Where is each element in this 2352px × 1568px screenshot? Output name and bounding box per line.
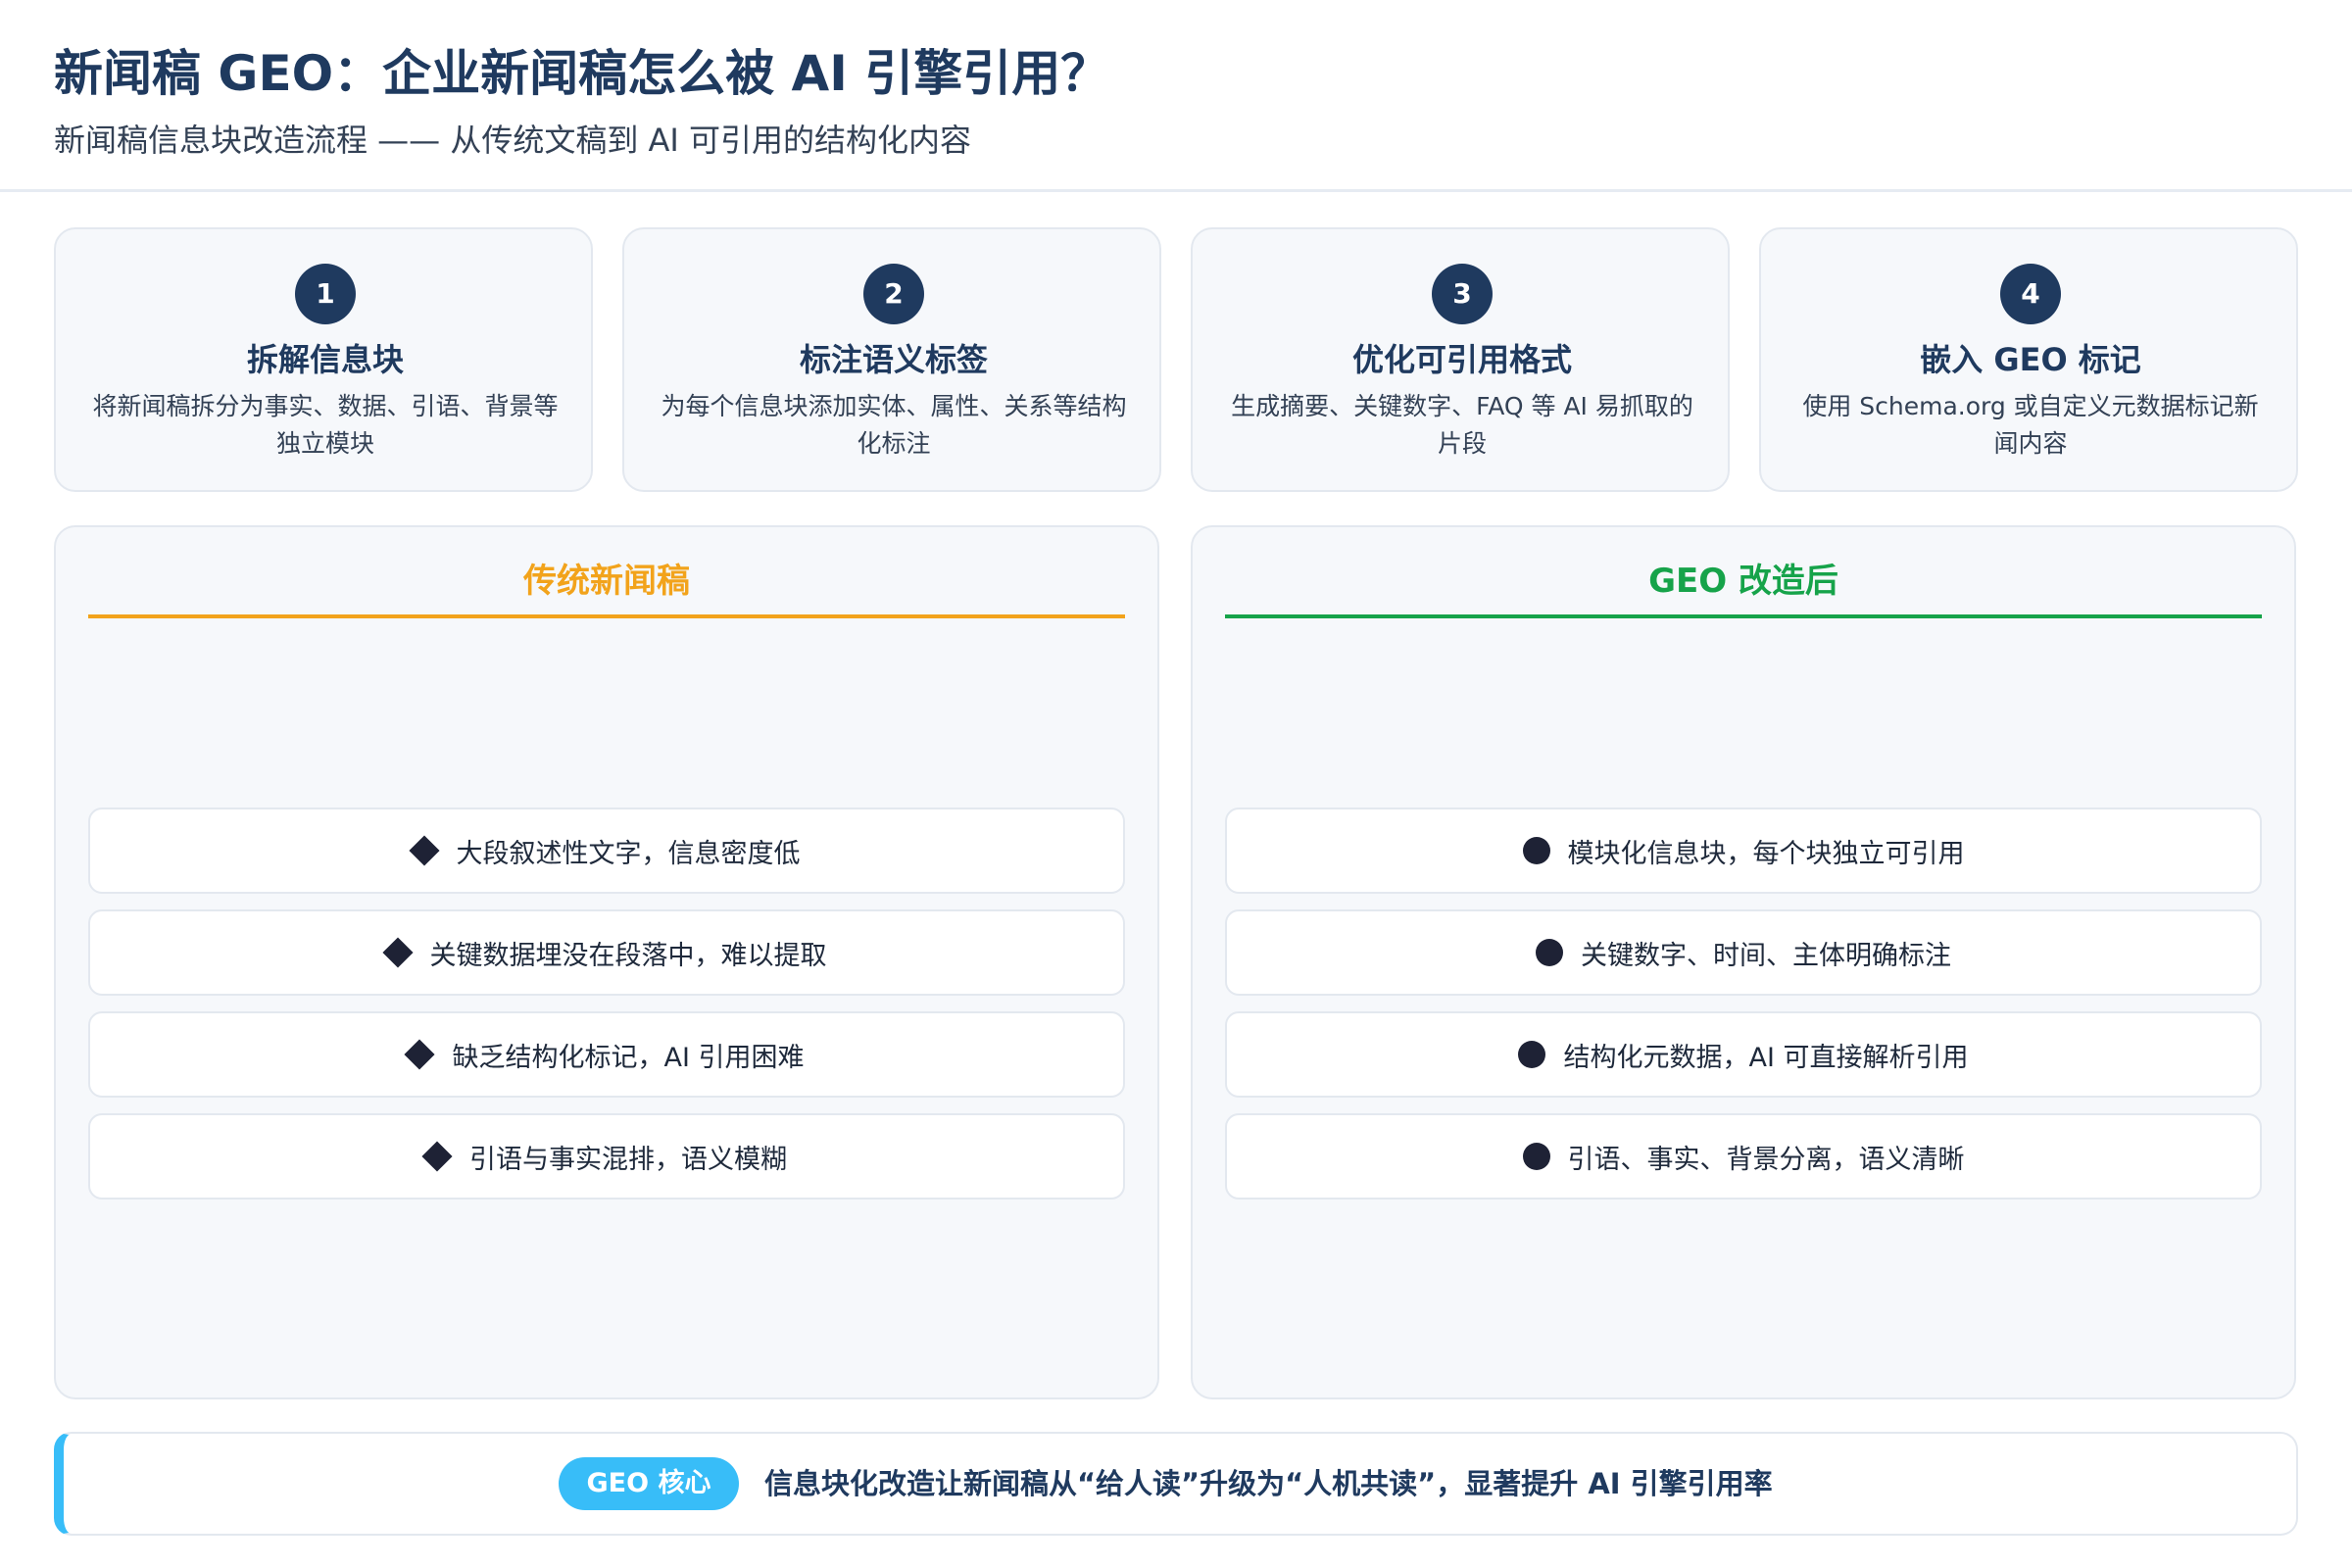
step-number: 3 <box>1432 264 1493 324</box>
list-item-text: 关键数据埋没在段落中，难以提取 <box>429 940 827 971</box>
dot-bullet-icon <box>1522 837 1550 864</box>
header: 新闻稿 GEO：企业新闻稿怎么被 AI 引擎引用？ 新闻稿信息块改造流程 —— … <box>0 0 2352 192</box>
geo-core-callout: GEO 核心 信息块化改造让新闻稿从“给人读”升级为“人机共读”，显著提升 AI… <box>54 1432 2298 1536</box>
step-title: 嵌入 GEO 标记 <box>1920 341 2141 378</box>
step-card-4: 4 嵌入 GEO 标记 使用 Schema.org 或自定义元数据标记新闻内容 <box>1759 227 2298 492</box>
dot-bullet-icon <box>1536 939 1563 966</box>
list-item: 大段叙述性文字，信息密度低 <box>88 808 1125 894</box>
geo-panel-title: GEO 改造后 <box>1648 562 1838 601</box>
list-item: 模块化信息块，每个块独立可引用 <box>1225 808 2262 894</box>
list-item: 关键数字、时间、主体明确标注 <box>1225 909 2262 996</box>
list-item-text: 关键数字、时间、主体明确标注 <box>1581 940 1951 971</box>
list-item-text: 引语与事实混排，语义模糊 <box>469 1144 787 1175</box>
page-subtitle: 新闻稿信息块改造流程 —— 从传统文稿到 AI 可引用的结构化内容 <box>54 122 972 159</box>
diamond-bullet-icon <box>421 1141 453 1172</box>
step-card-3: 3 优化可引用格式 生成摘要、关键数字、FAQ 等 AI 易抓取的片段 <box>1191 227 1730 492</box>
page-title: 新闻稿 GEO：企业新闻稿怎么被 AI 引擎引用？ <box>54 45 1110 102</box>
traditional-panel-divider <box>88 614 1125 618</box>
step-description: 生成摘要、关键数字、FAQ 等 AI 易抓取的片段 <box>1231 392 1693 458</box>
list-item-text: 缺乏结构化标记，AI 引用困难 <box>452 1042 805 1073</box>
list-item: 结构化元数据，AI 可直接解析引用 <box>1225 1011 2262 1098</box>
step-title: 拆解信息块 <box>246 341 404 378</box>
list-item-text: 引语、事实、背景分离，语义清晰 <box>1567 1144 1965 1175</box>
step-description: 将新闻稿拆分为事实、数据、引语、背景等独立模块 <box>92 392 559 458</box>
dot-bullet-icon <box>1522 1143 1550 1170</box>
list-item-text: 大段叙述性文字，信息密度低 <box>456 838 801 869</box>
traditional-panel-title: 传统新闻稿 <box>523 562 690 601</box>
geo-panel-divider <box>1225 614 2262 618</box>
diamond-bullet-icon <box>381 937 414 968</box>
process-steps: 1 拆解信息块 将新闻稿拆分为事实、数据、引语、背景等独立模块 2 标注语义标签… <box>54 227 2298 492</box>
callout-text: 信息块化改造让新闻稿从“给人读”升级为“人机共读”，显著提升 AI 引擎引用率 <box>764 1467 1773 1500</box>
step-number: 2 <box>863 264 924 324</box>
step-title: 标注语义标签 <box>799 341 988 378</box>
step-description: 使用 Schema.org 或自定义元数据标记新闻内容 <box>1802 392 2259 458</box>
step-description: 为每个信息块添加实体、属性、关系等结构化标注 <box>661 392 1127 458</box>
diamond-bullet-icon <box>404 1039 436 1070</box>
step-number: 4 <box>2000 264 2061 324</box>
step-card-1: 1 拆解信息块 将新闻稿拆分为事实、数据、引语、背景等独立模块 <box>54 227 593 492</box>
step-card-2: 2 标注语义标签 为每个信息块添加实体、属性、关系等结构化标注 <box>622 227 1161 492</box>
dot-bullet-icon <box>1518 1041 1546 1068</box>
list-item: 缺乏结构化标记，AI 引用困难 <box>88 1011 1125 1098</box>
list-item-text: 模块化信息块，每个块独立可引用 <box>1567 838 1965 869</box>
geo-panel: GEO 改造后 模块化信息块，每个块独立可引用 关键数字、时间、主体明确标注 结… <box>1191 525 2296 1399</box>
geo-core-badge: GEO 核心 <box>559 1457 739 1510</box>
list-item: 关键数据埋没在段落中，难以提取 <box>88 909 1125 996</box>
list-item-text: 结构化元数据，AI 可直接解析引用 <box>1563 1042 1969 1073</box>
step-number: 1 <box>295 264 356 324</box>
step-title: 优化可引用格式 <box>1351 341 1572 378</box>
list-item: 引语、事实、背景分离，语义清晰 <box>1225 1113 2262 1200</box>
list-item: 引语与事实混排，语义模糊 <box>88 1113 1125 1200</box>
traditional-panel: 传统新闻稿 大段叙述性文字，信息密度低 关键数据埋没在段落中，难以提取 缺乏结构… <box>54 525 1159 1399</box>
diamond-bullet-icon <box>408 835 440 866</box>
